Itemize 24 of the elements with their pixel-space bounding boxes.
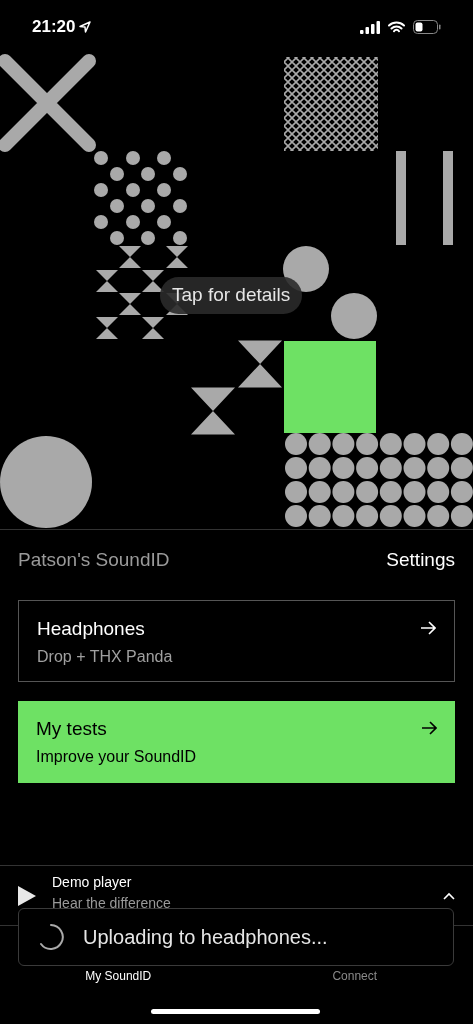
player-title: Demo player <box>52 872 133 892</box>
card-subtitle: Drop + THX Panda <box>37 647 173 667</box>
profile-title: Patson's SoundID <box>18 547 170 572</box>
wifi-icon <box>388 20 405 34</box>
menu-card[interactable]: My tests Improve your SoundID <box>18 701 455 783</box>
chevron-up-icon[interactable] <box>443 891 455 900</box>
loading-spinner-icon <box>37 923 65 951</box>
settings-button[interactable]: Settings <box>386 545 455 575</box>
play-icon[interactable] <box>18 885 36 906</box>
player-subtitle: Hear the difference <box>52 893 171 913</box>
card-subtitle: Improve your SoundID <box>36 747 197 767</box>
location-arrow-icon <box>79 21 92 33</box>
status-time: 21:20 <box>32 16 76 39</box>
toast-message: Uploading to headphones... <box>83 925 328 950</box>
arrow-right-icon <box>420 621 436 635</box>
battery-icon <box>413 20 441 34</box>
tab-item[interactable]: Connect <box>236 968 473 984</box>
menu-card[interactable]: Headphones Drop + THX Panda <box>18 600 455 682</box>
card-title: Headphones <box>37 617 146 641</box>
card-title: My tests <box>36 717 108 741</box>
arrow-right-icon <box>421 721 437 735</box>
signal-icon <box>360 20 380 34</box>
details-tooltip[interactable]: Tap for details <box>160 277 303 314</box>
tab-item[interactable]: My SoundID <box>0 968 237 984</box>
